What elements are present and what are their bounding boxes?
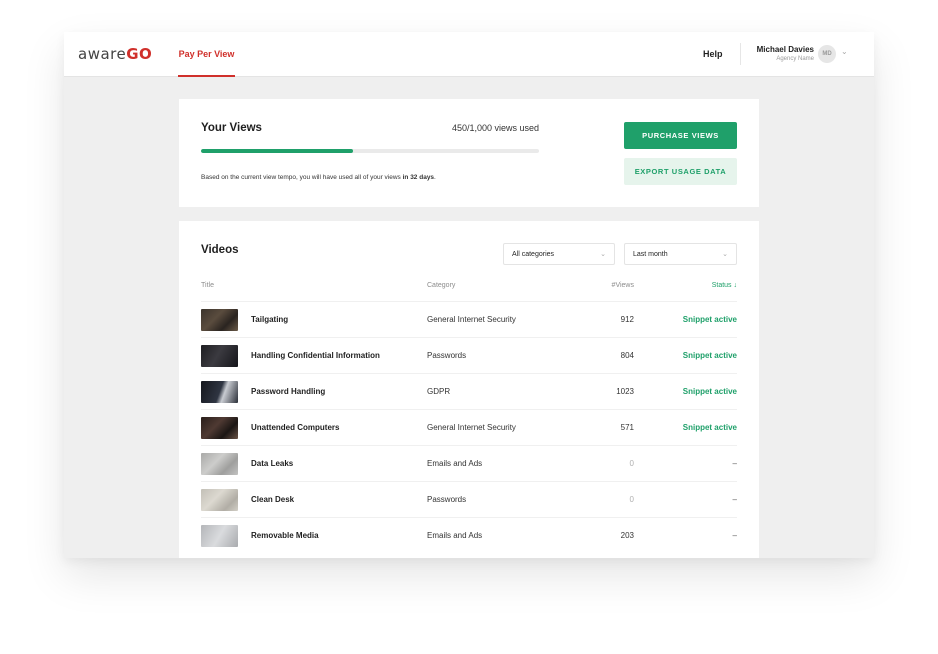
column-header-status[interactable]: Status ↓ — [649, 282, 737, 289]
user-name: Michael Davies — [756, 45, 814, 54]
chevron-down-icon: ⌄ — [722, 251, 728, 258]
time-filter-select[interactable]: Last month ⌄ — [624, 243, 737, 265]
views-note-end: . — [434, 174, 436, 181]
video-status: – — [732, 459, 737, 468]
logo-text-bold: GO — [126, 45, 153, 63]
nav-divider — [740, 43, 741, 65]
chevron-down-icon: ⌄ — [600, 251, 606, 258]
purchase-views-button[interactable]: PURCHASE VIEWS — [624, 122, 737, 149]
table-row[interactable]: Clean Desk Passwords 0 – — [201, 481, 737, 517]
views-card-title: Your Views — [201, 122, 262, 134]
video-status: – — [732, 531, 737, 540]
video-status: – — [732, 495, 737, 504]
views-note-highlight: in 32 days — [402, 174, 435, 181]
app-window: awareGO Pay Per View Help Michael Davies… — [64, 32, 874, 558]
views-forecast-note: Based on the current view tempo, you wil… — [201, 174, 436, 181]
videos-card: Videos All categories ⌄ Last month ⌄ Tit… — [179, 221, 759, 558]
video-title[interactable]: Clean Desk — [251, 495, 294, 504]
video-category: Emails and Ads — [427, 531, 483, 540]
chevron-down-icon[interactable]: ⌄ — [841, 47, 848, 56]
video-title[interactable]: Tailgating — [251, 315, 288, 324]
table-row[interactable]: Password Handling GDPR 1023 Snippet acti… — [201, 373, 737, 409]
video-status: Snippet active — [682, 423, 737, 432]
column-header-title[interactable]: Title — [201, 282, 214, 289]
export-usage-data-button[interactable]: EXPORT USAGE DATA — [624, 158, 737, 185]
video-thumbnail[interactable] — [201, 489, 238, 511]
views-used-count: 450/1,000 views used — [451, 123, 539, 133]
user-menu[interactable]: Michael Davies Agency Name — [757, 45, 814, 62]
video-views: 0 — [629, 459, 634, 468]
video-views: 912 — [620, 315, 634, 324]
column-header-category[interactable]: Category — [427, 282, 455, 289]
video-views: 1023 — [616, 387, 634, 396]
table-row[interactable]: Unattended Computers General Internet Se… — [201, 409, 737, 445]
video-thumbnail[interactable] — [201, 309, 238, 331]
videos-table: Tailgating General Internet Security 912… — [201, 301, 737, 553]
video-thumbnail[interactable] — [201, 525, 238, 547]
help-link[interactable]: Help — [703, 49, 723, 59]
avatar[interactable]: MD — [818, 45, 836, 63]
video-title[interactable]: Unattended Computers — [251, 423, 339, 432]
video-title[interactable]: Handling Confidential Information — [251, 351, 380, 360]
table-row[interactable]: Removable Media Emails and Ads 203 – — [201, 517, 737, 553]
video-thumbnail[interactable] — [201, 417, 238, 439]
your-views-card: Your Views 450/1,000 views used Based on… — [179, 99, 759, 207]
views-note-text: Based on the current view tempo, you wil… — [201, 174, 403, 181]
table-row[interactable]: Handling Confidential Information Passwo… — [201, 337, 737, 373]
video-thumbnail[interactable] — [201, 453, 238, 475]
awarego-logo[interactable]: awareGO — [78, 45, 152, 63]
logo-text-light: aware — [78, 45, 127, 63]
user-agency: Agency Name — [776, 56, 814, 62]
video-views: 0 — [629, 495, 634, 504]
category-filter-value: All categories — [512, 251, 555, 258]
video-views: 804 — [620, 351, 634, 360]
video-category: Passwords — [427, 495, 467, 504]
videos-card-title: Videos — [201, 244, 239, 256]
video-status: Snippet active — [682, 351, 737, 360]
video-title[interactable]: Password Handling — [251, 387, 325, 396]
top-navigation-bar: awareGO Pay Per View Help Michael Davies… — [64, 32, 874, 77]
video-views: 571 — [620, 423, 634, 432]
views-progress-fill — [201, 149, 354, 153]
video-thumbnail[interactable] — [201, 381, 238, 403]
table-row[interactable]: Tailgating General Internet Security 912… — [201, 301, 737, 337]
video-category: GDPR — [427, 387, 451, 396]
video-title[interactable]: Removable Media — [251, 531, 319, 540]
video-status: Snippet active — [682, 315, 737, 324]
time-filter-value: Last month — [633, 251, 668, 258]
video-category: Passwords — [427, 351, 467, 360]
video-category: General Internet Security — [427, 423, 516, 432]
views-progress-bar — [201, 149, 539, 153]
video-views: 203 — [620, 531, 634, 540]
column-header-views[interactable]: #Views — [559, 282, 634, 289]
category-filter-select[interactable]: All categories ⌄ — [503, 243, 615, 265]
video-category: General Internet Security — [427, 315, 516, 324]
video-status: Snippet active — [682, 387, 737, 396]
video-title[interactable]: Data Leaks — [251, 459, 293, 468]
tab-pay-per-view[interactable]: Pay Per View — [178, 32, 235, 77]
table-row[interactable]: Data Leaks Emails and Ads 0 – — [201, 445, 737, 481]
video-category: Emails and Ads — [427, 459, 483, 468]
video-thumbnail[interactable] — [201, 345, 238, 367]
